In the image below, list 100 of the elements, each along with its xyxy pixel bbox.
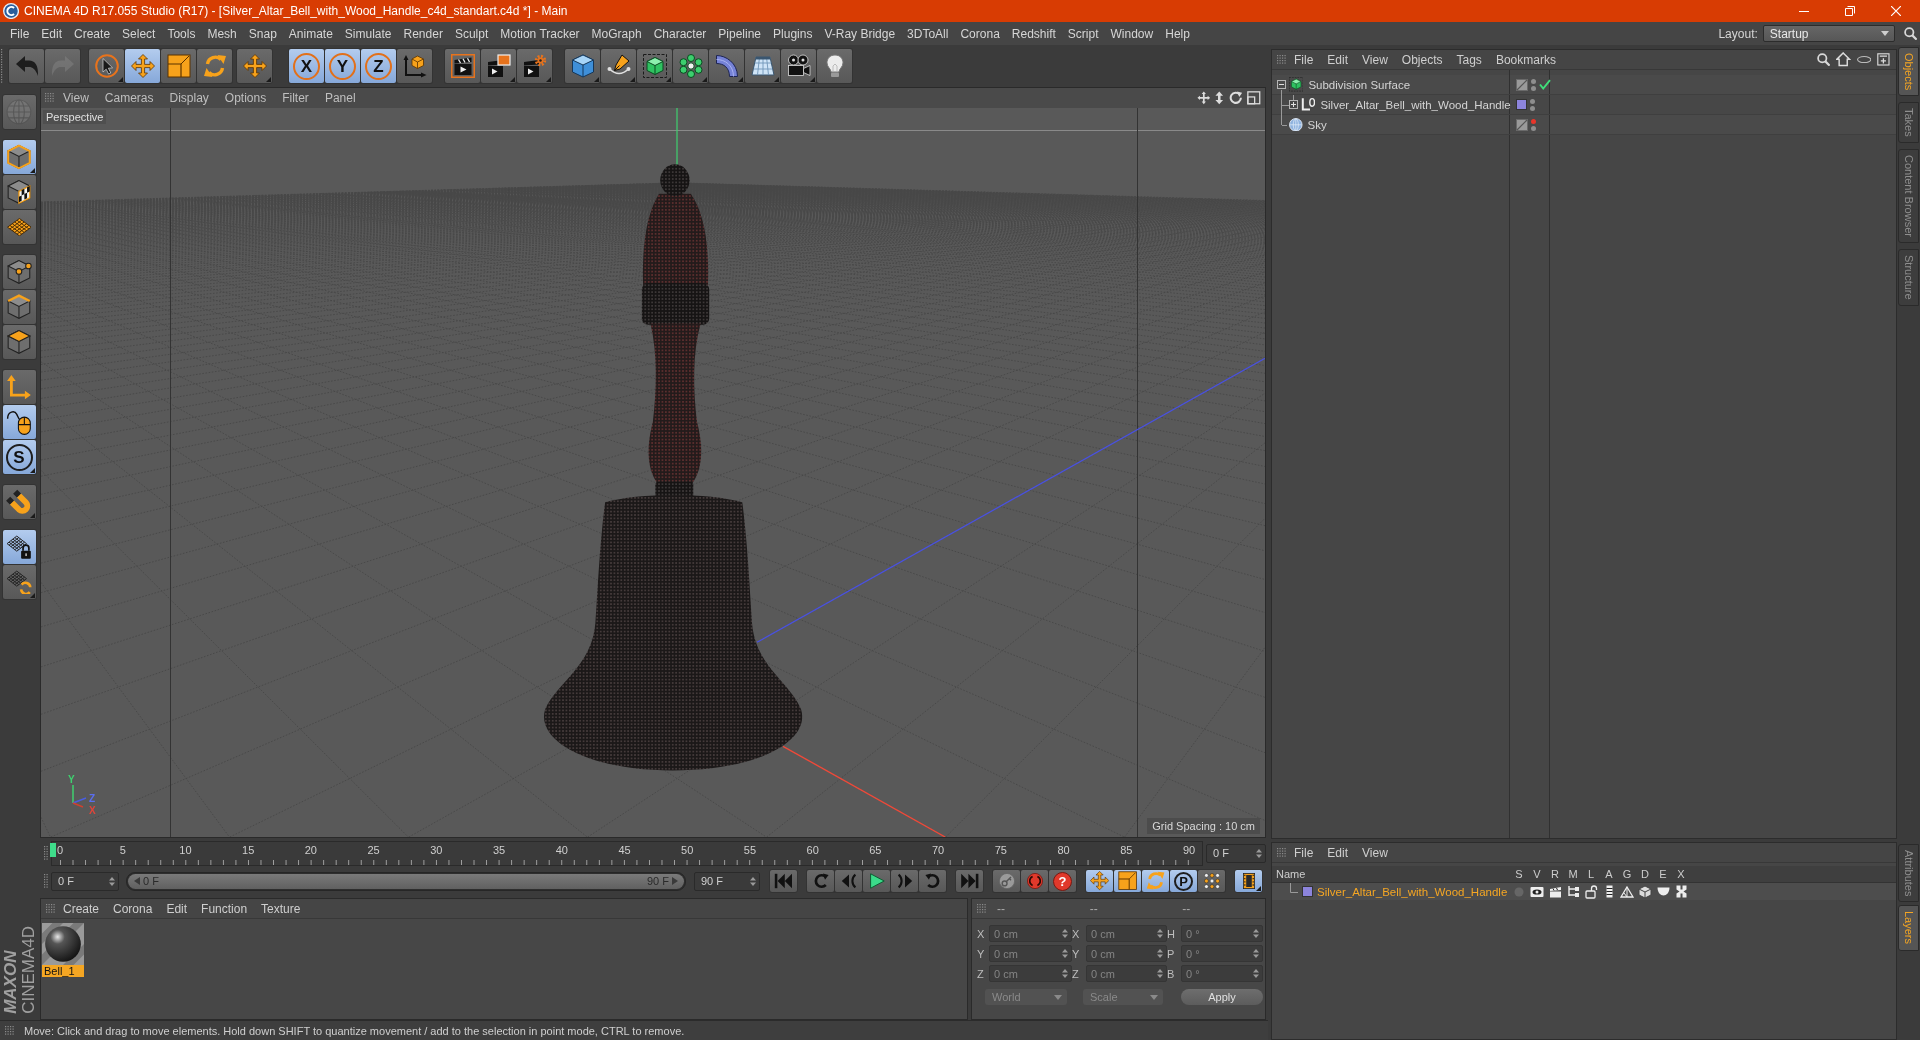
menu-item[interactable]: Pipeline [712, 26, 768, 41]
clapperboard-icon[interactable] [1548, 885, 1562, 898]
edges-mode-button[interactable] [2, 290, 36, 324]
go-to-start-button[interactable] [769, 869, 798, 893]
scale-key-button[interactable] [1114, 870, 1141, 892]
solo-button[interactable]: S [2, 440, 36, 474]
column-header[interactable]: V [1528, 868, 1546, 880]
menu-item[interactable]: Help [1159, 26, 1196, 41]
lock-workplane-button[interactable] [2, 530, 36, 564]
panel-tab[interactable]: Structure [1898, 249, 1919, 306]
menu-item[interactable]: Create [68, 26, 117, 41]
menu-item[interactable]: Edit [35, 26, 69, 41]
menu-item[interactable]: View [1355, 52, 1395, 67]
cloner-button[interactable] [673, 49, 708, 83]
menu-item[interactable]: Mesh [201, 26, 243, 41]
ellipse-icon[interactable] [1856, 55, 1872, 64]
left-arrow-icon[interactable] [134, 877, 140, 885]
column-header[interactable]: M [1564, 868, 1582, 880]
slashed-square-icon[interactable] [1516, 118, 1528, 131]
recent-tool-button[interactable] [236, 48, 273, 84]
grip-icon[interactable] [44, 874, 48, 888]
menu-item[interactable]: Options [216, 91, 275, 105]
column-header[interactable]: A [1600, 868, 1618, 880]
bowl-icon[interactable] [1656, 887, 1670, 896]
menu-item[interactable]: Redshift [1005, 26, 1062, 41]
menu-item[interactable]: File [1287, 845, 1321, 860]
panel-tab[interactable]: Objects [1898, 47, 1919, 97]
search-icon[interactable] [1817, 52, 1831, 67]
column-header[interactable]: G [1618, 868, 1636, 880]
move-view-icon[interactable] [1196, 91, 1211, 105]
align-workplane-button[interactable] [2, 565, 36, 599]
subdivision-button[interactable] [637, 49, 672, 83]
menu-item[interactable]: Render [397, 26, 449, 41]
menu-item[interactable]: Corona [106, 901, 160, 916]
menu-item[interactable]: Window [1104, 26, 1160, 41]
visibility-dot-icon[interactable] [1531, 118, 1536, 124]
previous-frame-button[interactable] [835, 870, 862, 892]
material-preview[interactable] [42, 923, 84, 965]
parameter-key-button[interactable]: P [1170, 870, 1197, 892]
start-frame-field[interactable]: 0 F [51, 871, 119, 891]
menu-item[interactable]: Panel [316, 91, 364, 105]
menu-item[interactable]: Character [647, 26, 713, 41]
menu-item[interactable]: Plugins [767, 26, 819, 41]
grip-icon[interactable] [1277, 847, 1287, 858]
menu-item[interactable]: Tags [1449, 52, 1489, 67]
column-header[interactable]: D [1636, 868, 1654, 880]
menu-item[interactable]: File [4, 26, 36, 41]
column-header[interactable]: L [1582, 868, 1600, 880]
deformer-button[interactable] [709, 49, 744, 83]
grip-icon[interactable] [46, 903, 56, 914]
menu-item[interactable]: File [1287, 52, 1321, 67]
panel-tab[interactable]: Takes [1898, 102, 1919, 144]
material-name[interactable]: Bell_1 [42, 965, 84, 977]
record-button[interactable] [993, 870, 1020, 892]
menu-item[interactable]: Edit [1320, 845, 1356, 860]
menu-item[interactable]: Create [56, 901, 107, 916]
film-bars-icon[interactable] [1605, 885, 1613, 898]
menu-item[interactable]: Filter [274, 91, 317, 105]
panel-tab[interactable]: Attributes [1898, 844, 1919, 903]
menu-item[interactable]: Select [116, 26, 162, 41]
menu-item[interactable]: Texture [254, 901, 308, 916]
playhead[interactable] [50, 842, 56, 857]
object-name[interactable]: Sky [1307, 118, 1327, 131]
visibility-dot-icon[interactable] [1530, 98, 1535, 104]
visibility-dot-icon[interactable] [1531, 125, 1536, 131]
menu-item[interactable]: Simulate [338, 26, 398, 41]
next-frame-button[interactable] [891, 870, 918, 892]
scale-tool-button[interactable] [161, 49, 196, 83]
play-button[interactable] [863, 870, 890, 892]
panel-tab[interactable]: Content Browser [1898, 149, 1919, 243]
menu-item[interactable]: Cameras [96, 91, 162, 105]
timeline-button[interactable] [1234, 869, 1263, 893]
axis-lock-button[interactable]: Y [325, 49, 360, 83]
menu-item[interactable]: View [1355, 845, 1395, 860]
visibility-dot-icon[interactable] [1530, 105, 1535, 111]
color-swatch-icon[interactable] [1516, 99, 1527, 110]
check-icon[interactable] [1539, 79, 1551, 90]
model-mode-button[interactable] [2, 140, 36, 174]
autokey-button[interactable] [1021, 870, 1048, 892]
menu-item[interactable]: Edit [159, 901, 195, 916]
points-mode-button[interactable] [2, 255, 36, 289]
column-header[interactable]: X [1672, 868, 1690, 880]
rotate-tool-button[interactable] [197, 49, 232, 83]
snap-button[interactable] [1, 484, 37, 520]
grip-icon[interactable] [45, 93, 55, 103]
cube-icon[interactable] [1638, 884, 1652, 899]
render-settings-button[interactable] [517, 49, 552, 83]
previous-key-button[interactable] [807, 870, 834, 892]
keyframe-selection-button[interactable]: ? [1049, 870, 1076, 892]
menu-item[interactable]: Corona [954, 26, 1006, 41]
collapse-icon[interactable] [1277, 80, 1286, 89]
visibility-dot-icon[interactable] [1531, 78, 1536, 84]
go-to-end-button[interactable] [955, 869, 984, 893]
coordinate-system-button[interactable] [397, 49, 432, 83]
up-down-arrow-icon[interactable] [1215, 91, 1224, 105]
workplane-mode-button[interactable] [2, 210, 36, 244]
light-button[interactable] [817, 49, 852, 83]
column-header[interactable]: E [1654, 868, 1672, 880]
next-key-button[interactable] [919, 870, 946, 892]
padlock-icon[interactable] [1584, 884, 1598, 899]
